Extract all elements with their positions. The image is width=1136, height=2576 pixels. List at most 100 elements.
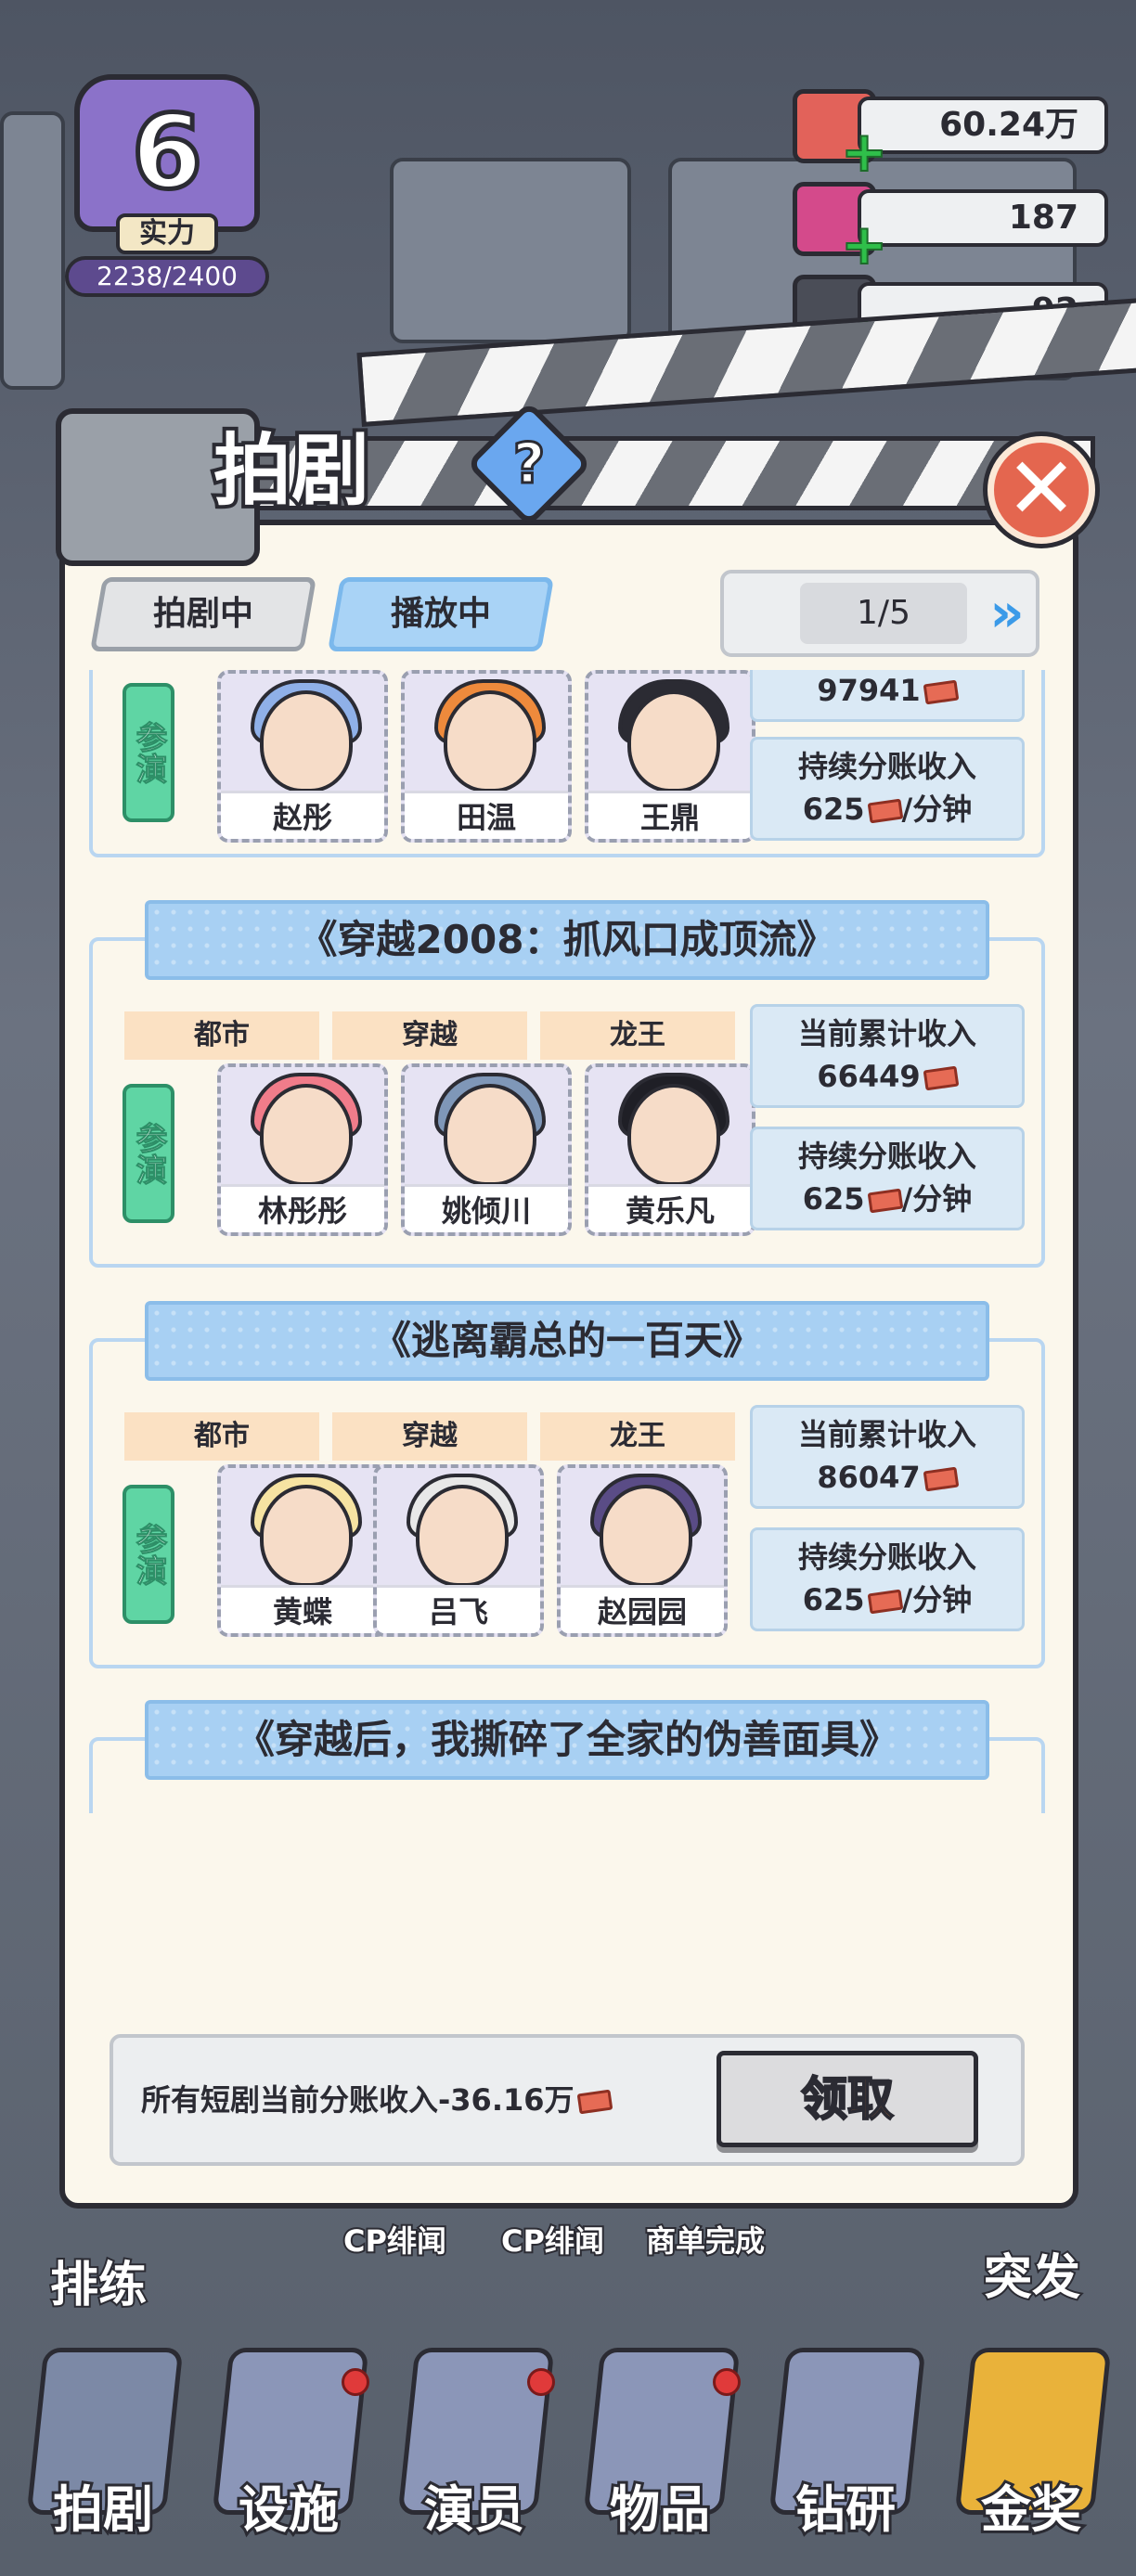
nav-facilities-label: 设施 bbox=[236, 2478, 342, 2542]
total-income-number: 66449 bbox=[817, 1059, 921, 1094]
drama-title: 《逃离霸总的一百天》 bbox=[145, 1301, 989, 1381]
nav-actors[interactable]: 演员 bbox=[388, 2348, 561, 2554]
nav-filming[interactable]: 拍剧 bbox=[17, 2348, 189, 2554]
tab-playing-label: 播放中 bbox=[390, 595, 491, 633]
nav-gold-award[interactable]: 金奖 bbox=[945, 2348, 1117, 2554]
page-indicator: 1/5 » bbox=[720, 570, 1039, 657]
share-income-label: 持续分账收入 bbox=[797, 1139, 976, 1174]
drama-list[interactable]: 参演 赵彤 田温 王鼎 97941 持续分账收入 625/分钟 《穿越2008：… bbox=[89, 670, 1049, 1813]
level-number: 6 bbox=[129, 91, 205, 214]
actor-card[interactable]: 黄乐凡 bbox=[585, 1063, 755, 1236]
share-income-value: 625/分钟 bbox=[753, 788, 1022, 831]
nav-gold-award-label: 金奖 bbox=[978, 2478, 1084, 2542]
actor-name: 赵园园 bbox=[561, 1585, 724, 1633]
actor-portrait bbox=[444, 690, 536, 792]
actor-portrait bbox=[260, 1485, 353, 1587]
genre-tag: 龙王 bbox=[540, 1011, 735, 1060]
notification-dot bbox=[713, 2368, 741, 2396]
actor-card[interactable]: 赵园园 bbox=[557, 1464, 728, 1637]
quick-rehearse[interactable]: 排练 bbox=[48, 2246, 148, 2315]
actor-portrait bbox=[444, 1084, 536, 1186]
actor-portrait bbox=[260, 1084, 353, 1186]
actor-card[interactable]: 王鼎 bbox=[585, 670, 755, 843]
total-income-label: 当前累计收入 bbox=[797, 1417, 976, 1452]
share-income-unit: /分钟 bbox=[901, 792, 973, 827]
cash-icon bbox=[867, 1188, 903, 1214]
actor-portrait bbox=[416, 1485, 509, 1587]
actor-card[interactable]: 吕飞 bbox=[373, 1464, 544, 1637]
actor-name: 姚倾川 bbox=[405, 1184, 568, 1232]
quick-emergency[interactable]: 突发 bbox=[982, 2238, 1082, 2308]
actor-portrait bbox=[627, 690, 720, 792]
nav-research-label: 钻研 bbox=[793, 2478, 898, 2542]
nav-items[interactable]: 物品 bbox=[574, 2348, 746, 2554]
genre-tag: 都市 bbox=[124, 1412, 319, 1461]
share-income-label: 持续分账收入 bbox=[797, 749, 976, 784]
page-value: 1/5 bbox=[800, 583, 967, 644]
actor-card[interactable]: 赵彤 bbox=[217, 670, 388, 843]
resource-gems: 187 bbox=[858, 189, 1108, 247]
tab-playing[interactable]: 播放中 bbox=[327, 577, 555, 651]
total-income: 97941 bbox=[750, 670, 1025, 722]
cash-icon bbox=[867, 798, 903, 824]
question-icon: ? bbox=[511, 430, 547, 497]
share-income-number: 625 bbox=[802, 792, 865, 827]
drama-title: 《穿越后，我撕碎了全家的伪善面具》 bbox=[145, 1700, 989, 1780]
genre-tag: 穿越 bbox=[332, 1011, 527, 1060]
next-page-icon[interactable]: » bbox=[975, 579, 1039, 650]
total-income: 当前累计收入 66449 bbox=[750, 1004, 1025, 1108]
add-cash-icon[interactable]: + bbox=[840, 123, 888, 181]
cash-icon bbox=[923, 1065, 960, 1091]
notification-dot bbox=[342, 2368, 369, 2396]
nav-research[interactable]: 钻研 bbox=[759, 2348, 932, 2554]
total-income-number: 86047 bbox=[817, 1460, 921, 1495]
share-income: 持续分账收入 625/分钟 bbox=[750, 737, 1025, 841]
actor-portrait bbox=[600, 1485, 692, 1587]
drama-card: 《穿越后，我撕碎了全家的伪善面具》 bbox=[89, 1700, 1049, 1813]
actor-name: 田温 bbox=[405, 791, 568, 839]
cast-label: 参演 bbox=[123, 1084, 174, 1223]
tab-filming[interactable]: 拍剧中 bbox=[89, 577, 317, 651]
nav-items-label: 物品 bbox=[607, 2478, 713, 2542]
quick-cp-rumor[interactable]: CP绯闻 bbox=[342, 2218, 448, 2260]
actor-card[interactable]: 林彤彤 bbox=[217, 1063, 388, 1236]
income-summary-bar: 所有短剧当前分账收入-36.16万 领取 bbox=[110, 2034, 1025, 2166]
actor-card[interactable]: 黄蝶 bbox=[217, 1464, 388, 1637]
share-income-unit: /分钟 bbox=[901, 1582, 973, 1617]
income-summary-text: 所有短剧当前分账收入-36.16万 bbox=[141, 2082, 574, 2118]
add-gems-icon[interactable]: + bbox=[840, 216, 888, 274]
cash-icon bbox=[576, 2089, 613, 2115]
share-income: 持续分账收入 625/分钟 bbox=[750, 1127, 1025, 1230]
cash-icon bbox=[923, 1466, 960, 1492]
share-income-number: 625 bbox=[802, 1181, 865, 1217]
nav-facilities[interactable]: 设施 bbox=[202, 2348, 375, 2554]
claim-button[interactable]: 领取 bbox=[716, 2051, 978, 2147]
total-income-label: 当前累计收入 bbox=[797, 1016, 976, 1051]
actor-card[interactable]: 田温 bbox=[401, 670, 572, 843]
income-summary: 所有短剧当前分账收入-36.16万 bbox=[141, 2038, 613, 2162]
total-income-value: 66449 bbox=[753, 1055, 1022, 1098]
level-label: 实力 bbox=[116, 213, 218, 254]
actor-name: 黄蝶 bbox=[221, 1585, 384, 1633]
clapperboard-header bbox=[56, 297, 1136, 566]
close-button[interactable]: ✕ bbox=[988, 436, 1095, 544]
actor-name: 赵彤 bbox=[221, 791, 384, 839]
clapper-stripe bbox=[356, 297, 1136, 427]
drama-title: 《穿越2008：抓风口成顶流》 bbox=[145, 900, 989, 980]
total-income-value: 97941 bbox=[753, 670, 1022, 712]
nav-actors-label: 演员 bbox=[421, 2478, 527, 2542]
genre-tag: 龙王 bbox=[540, 1412, 735, 1461]
actor-card[interactable]: 姚倾川 bbox=[401, 1063, 572, 1236]
total-income-number: 97941 bbox=[817, 673, 921, 708]
share-income-value: 625/分钟 bbox=[753, 1578, 1022, 1621]
level-badge[interactable]: 6 实力 2238/2400 bbox=[46, 74, 288, 297]
actor-name: 黄乐凡 bbox=[588, 1184, 752, 1232]
share-income-value: 625/分钟 bbox=[753, 1178, 1022, 1220]
drama-card: 《穿越2008：抓风口成顶流》 都市 穿越 龙王 参演 林彤彤 姚倾川 黄乐凡 … bbox=[89, 900, 1049, 1281]
share-income-label: 持续分账收入 bbox=[797, 1539, 976, 1575]
close-icon: ✕ bbox=[1005, 439, 1078, 538]
quick-order-complete[interactable]: 商单完成 bbox=[644, 2218, 767, 2260]
drama-card: 《逃离霸总的一百天》 都市 穿越 龙王 参演 黄蝶 吕飞 赵园园 当前累计收入 … bbox=[89, 1301, 1049, 1681]
total-income-value: 86047 bbox=[753, 1456, 1022, 1499]
quick-cp-rumor-2[interactable]: CP绯闻 bbox=[499, 2218, 606, 2260]
